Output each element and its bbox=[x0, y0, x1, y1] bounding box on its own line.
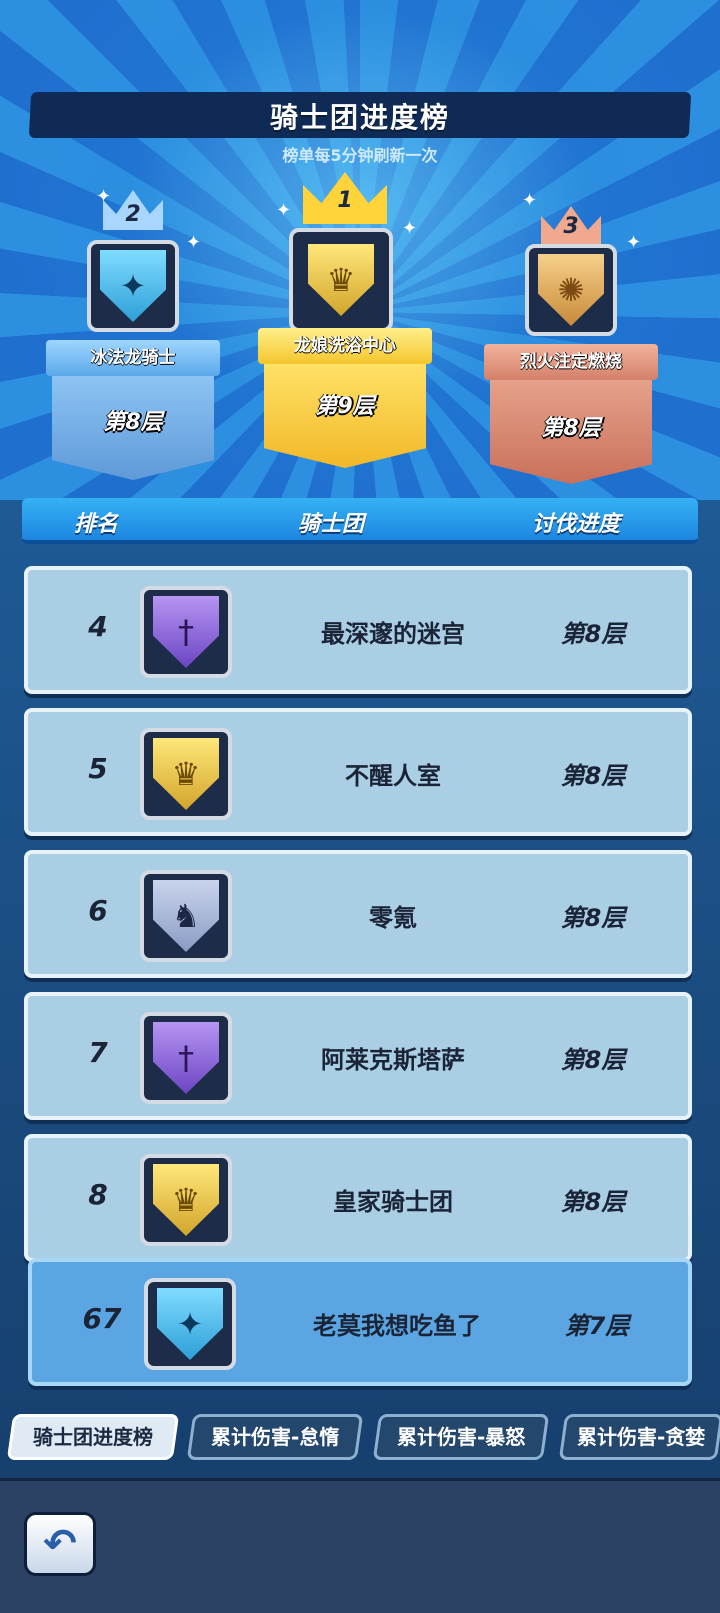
row-rank: 6 bbox=[88, 894, 108, 927]
sparkle-icon: ✦ bbox=[522, 190, 538, 211]
row-emblem: † bbox=[140, 586, 232, 678]
tab-label: 累计伤害-怠惰 bbox=[210, 1425, 340, 1449]
gold-crown-shield-icon: ♛ bbox=[153, 1164, 219, 1236]
sparkle-icon: ✦ bbox=[626, 232, 642, 253]
podium-emblem: ✦ bbox=[87, 240, 179, 332]
row-rank: 67 bbox=[82, 1302, 122, 1335]
table-row[interactable]: 7 † 阿莱克斯塔萨 第8层 bbox=[24, 992, 692, 1120]
podium-guild-name: 龙娘洗浴中心 bbox=[258, 328, 432, 364]
row-floor: 第8层 bbox=[560, 762, 626, 790]
podium-rank-number: 3 bbox=[563, 214, 579, 239]
row-rank: 7 bbox=[88, 1036, 108, 1069]
podium-rank-1[interactable]: 1 ♛ 龙娘洗浴中心 第9层 ✦ ✦ bbox=[258, 172, 432, 468]
sparkle-icon: ✦ bbox=[276, 200, 292, 221]
row-floor: 第8层 bbox=[560, 1046, 626, 1074]
podium-rank-2[interactable]: 2 ✦ 冰法龙骑士 第8层 ✦ ✦ bbox=[46, 186, 220, 480]
row-rank: 4 bbox=[88, 610, 108, 643]
tab-label: 骑士团进度榜 bbox=[33, 1425, 153, 1449]
sparkle-icon: ✦ bbox=[402, 218, 418, 239]
gold-crown-shield-icon: ♛ bbox=[308, 244, 374, 316]
podium-rank-number: 2 bbox=[125, 202, 141, 227]
tab-damage-greed[interactable]: 累计伤害-贪婪 bbox=[558, 1414, 720, 1460]
tab-label: 累计伤害-贪婪 bbox=[576, 1425, 706, 1449]
row-emblem: ♞ bbox=[140, 870, 232, 962]
back-button[interactable]: ↶ bbox=[24, 1512, 96, 1576]
podium-emblem: ♛ bbox=[289, 228, 393, 332]
row-emblem: ✦ bbox=[144, 1278, 236, 1370]
table-row[interactable]: 6 ♞ 零氪 第8层 bbox=[24, 850, 692, 978]
column-rank: 排名 bbox=[74, 512, 119, 537]
my-guild-row[interactable]: 67 ✦ 老莫我想吃鱼了 第7层 bbox=[28, 1258, 692, 1386]
row-floor: 第8层 bbox=[560, 1188, 626, 1216]
row-floor: 第8层 bbox=[560, 620, 626, 648]
ice-star-shield-icon: ✦ bbox=[157, 1288, 223, 1360]
podium-emblem: ✺ bbox=[525, 244, 617, 336]
row-guild-name: 老莫我想吃鱼了 bbox=[313, 1312, 481, 1340]
podium-rank-3[interactable]: 3 ✺ 烈火注定燃烧 第8层 ✦ ✦ bbox=[484, 190, 658, 488]
podium-guild-name: 冰法龙骑士 bbox=[46, 340, 220, 376]
podium-floor: 第8层 bbox=[541, 416, 601, 441]
tab-damage-wrath[interactable]: 累计伤害-暴怒 bbox=[372, 1414, 550, 1460]
page-title: 骑士团进度榜 bbox=[269, 101, 450, 134]
row-guild-name: 不醒人室 bbox=[345, 762, 441, 790]
sparkle-icon: ✦ bbox=[96, 186, 112, 207]
row-guild-name: 皇家骑士团 bbox=[333, 1188, 453, 1216]
table-header: 排名 骑士团 讨伐进度 bbox=[22, 498, 698, 544]
row-emblem: ♛ bbox=[140, 728, 232, 820]
row-rank: 8 bbox=[88, 1178, 108, 1211]
podium-guild-name: 烈火注定燃烧 bbox=[484, 344, 658, 380]
table-row[interactable]: 8 ♛ 皇家骑士团 第8层 bbox=[24, 1134, 692, 1262]
tab-label: 累计伤害-暴怒 bbox=[396, 1425, 526, 1449]
sparkle-icon: ✦ bbox=[186, 232, 202, 253]
back-arrow-icon: ↶ bbox=[43, 1521, 77, 1567]
table-row[interactable]: 4 † 最深邃的迷宫 第8层 bbox=[24, 566, 692, 694]
row-floor: 第8层 bbox=[560, 904, 626, 932]
column-guild: 骑士团 bbox=[298, 512, 365, 537]
sun-shield-icon: ✺ bbox=[538, 254, 604, 326]
podium-floor: 第8层 bbox=[103, 410, 163, 435]
ice-star-shield-icon: ✦ bbox=[100, 250, 166, 322]
table-row[interactable]: 5 ♛ 不醒人室 第8层 bbox=[24, 708, 692, 836]
row-guild-name: 阿莱克斯塔萨 bbox=[321, 1046, 465, 1074]
gold-crown-shield-icon: ♛ bbox=[153, 738, 219, 810]
tab-damage-sloth[interactable]: 累计伤害-怠惰 bbox=[186, 1414, 364, 1460]
purple-sword-shield-icon: † bbox=[153, 596, 219, 668]
column-progress: 讨伐进度 bbox=[532, 512, 621, 537]
row-emblem: ♛ bbox=[140, 1154, 232, 1246]
tab-guild-progress[interactable]: 骑士团进度榜 bbox=[6, 1414, 180, 1460]
row-guild-name: 零氪 bbox=[369, 904, 417, 932]
row-rank: 5 bbox=[88, 752, 108, 785]
refresh-note: 榜单每5分钟刷新一次 bbox=[282, 146, 438, 165]
dragon-shield-icon: ♞ bbox=[153, 880, 219, 952]
row-floor: 第7层 bbox=[564, 1312, 630, 1340]
row-guild-name: 最深邃的迷宫 bbox=[321, 620, 465, 648]
podium-floor: 第9层 bbox=[315, 394, 375, 419]
purple-sword-shield-icon: † bbox=[153, 1022, 219, 1094]
bottom-bar bbox=[0, 1478, 720, 1613]
podium-rank-number: 1 bbox=[337, 188, 353, 213]
row-emblem: † bbox=[140, 1012, 232, 1104]
